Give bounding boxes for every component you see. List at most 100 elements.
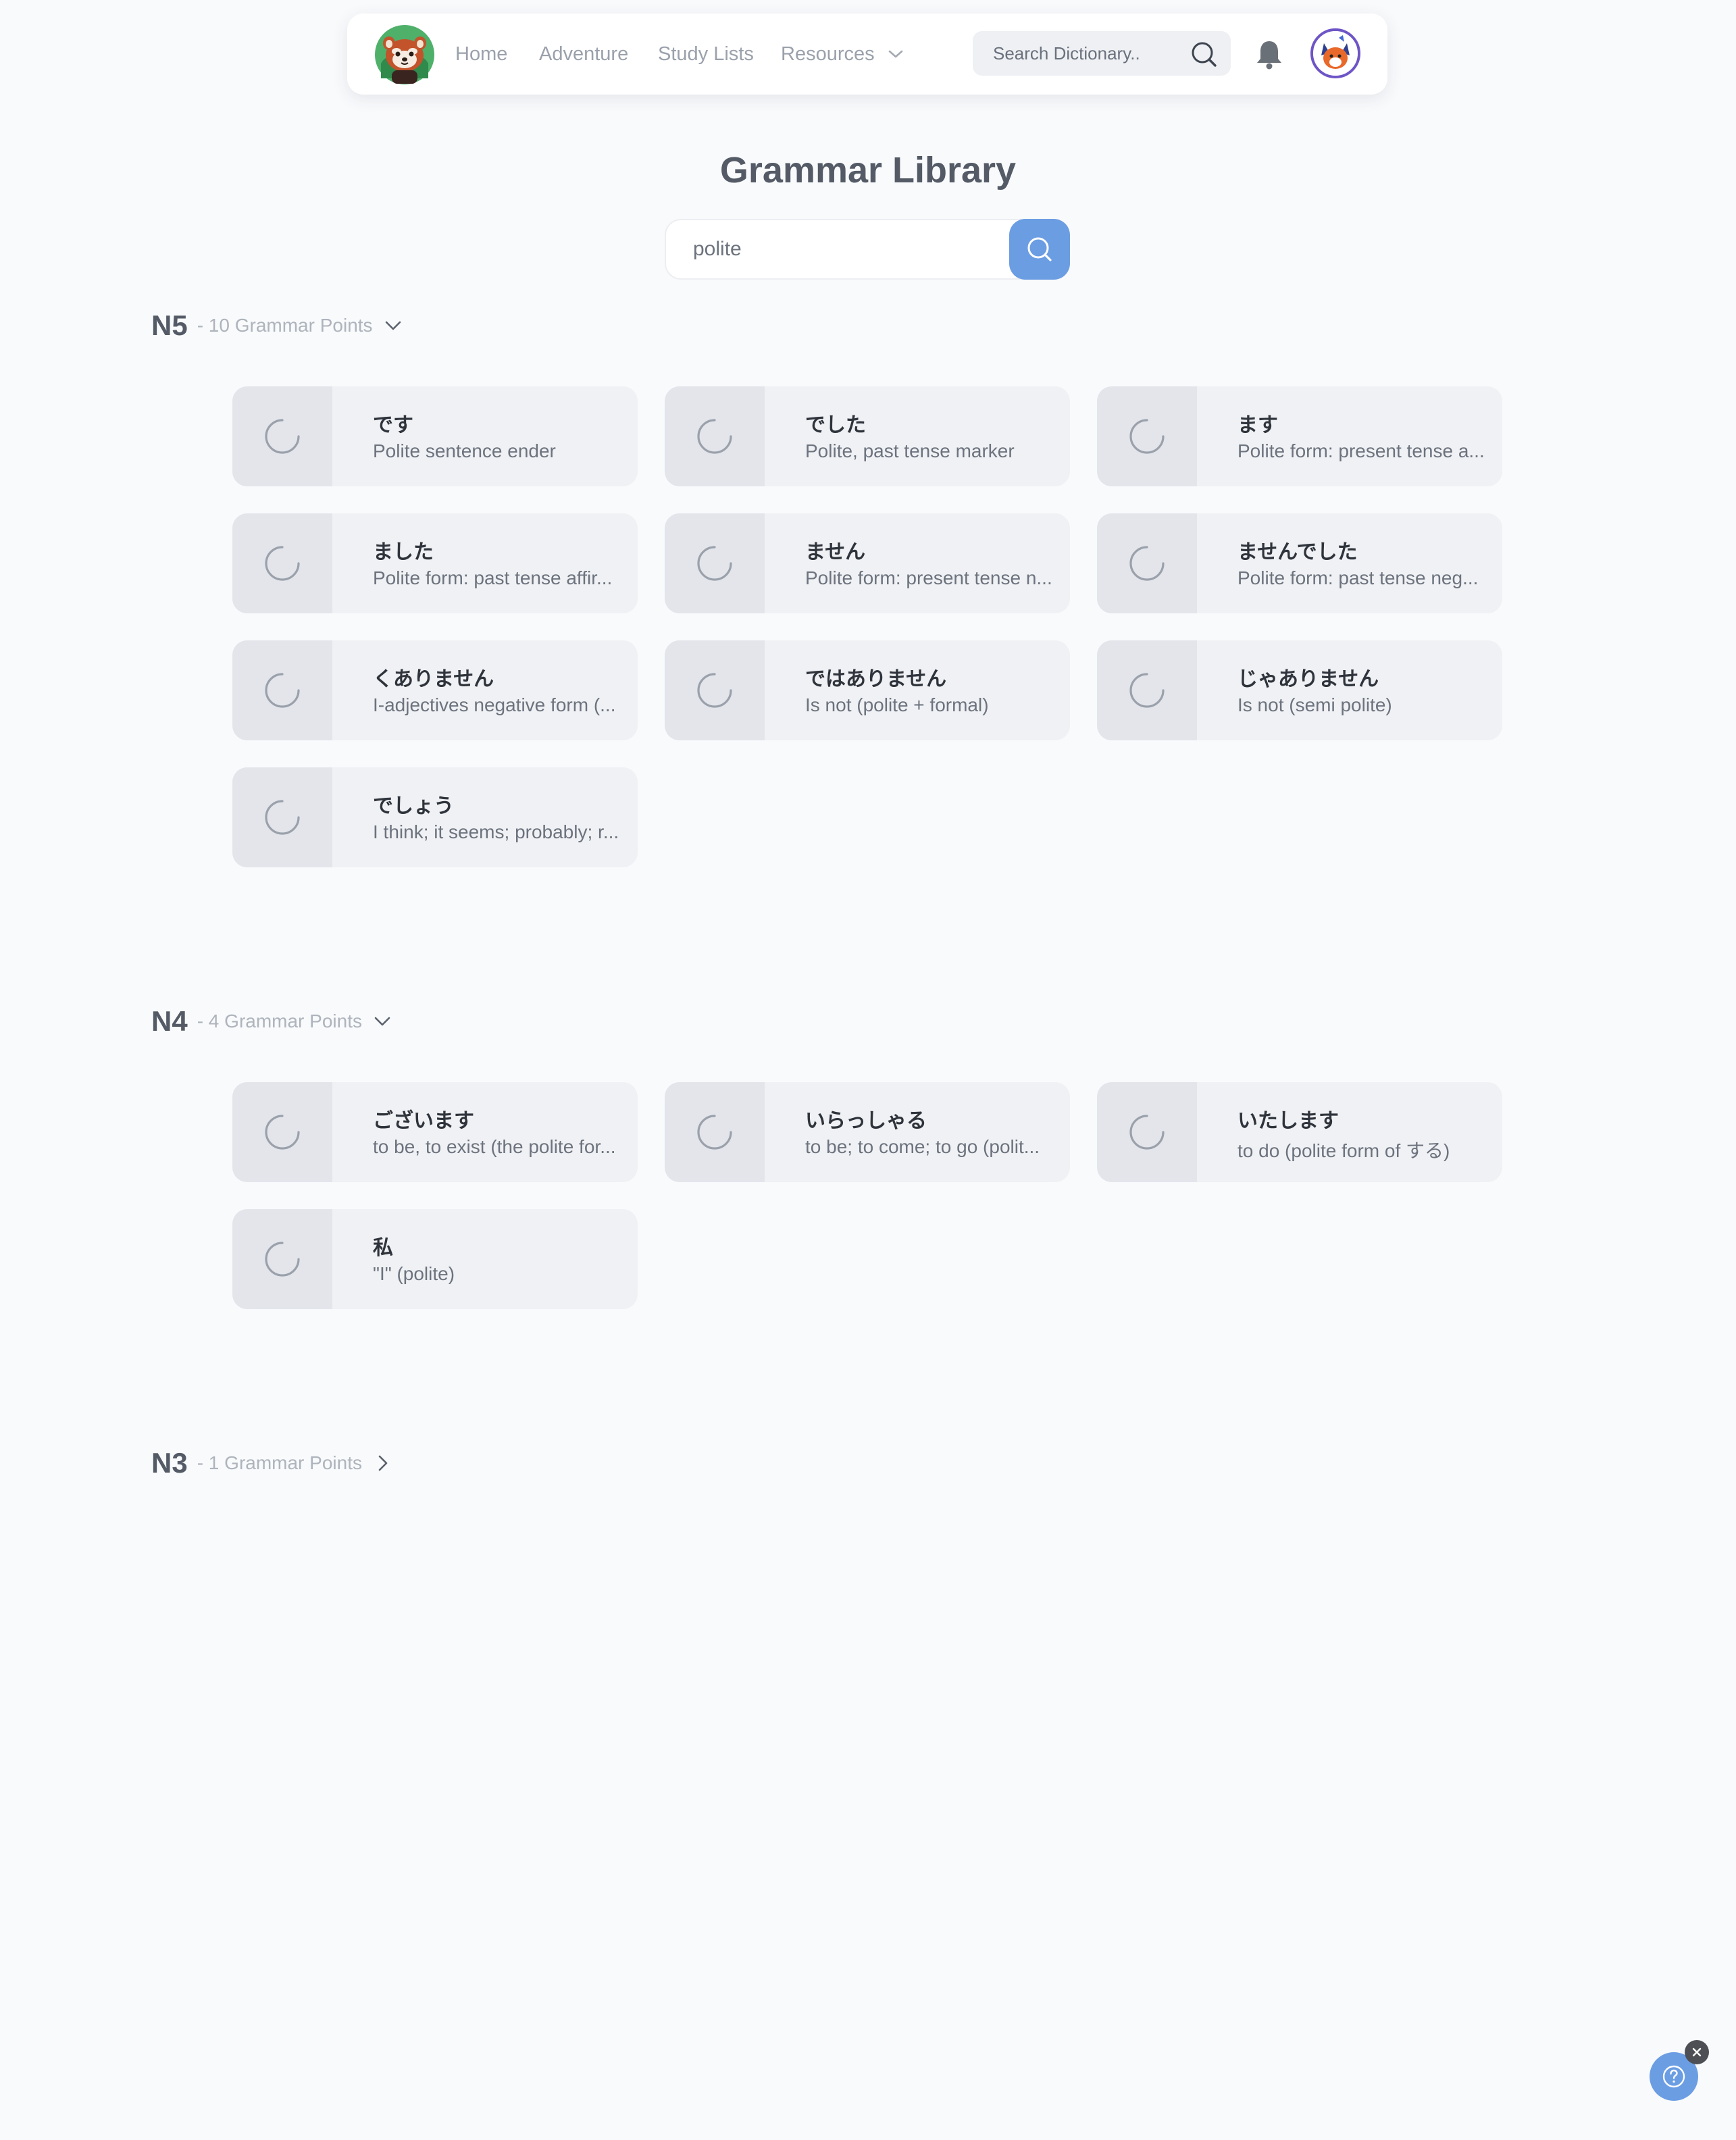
level-name: N5 bbox=[151, 309, 188, 341]
card-thumbnail bbox=[232, 386, 332, 486]
nav-home-link[interactable]: Home bbox=[455, 14, 507, 95]
help-close-button[interactable] bbox=[1685, 2040, 1709, 2064]
grammar-card[interactable]: ます Polite form: present tense a... bbox=[1097, 386, 1502, 486]
grammar-card[interactable]: ございます to be, to exist (the polite for... bbox=[232, 1082, 638, 1182]
chevron-down-icon bbox=[385, 321, 401, 330]
card-description: Polite form: present tense a... bbox=[1237, 440, 1485, 461]
spinner-icon bbox=[1129, 419, 1165, 454]
level-name: N3 bbox=[151, 1447, 188, 1479]
card-title: いたします bbox=[1237, 1109, 1339, 1133]
level-header-n4[interactable]: N4 - 4 Grammar Points bbox=[151, 1001, 392, 1042]
card-thumbnail bbox=[1097, 640, 1197, 740]
spinner-icon bbox=[1129, 546, 1165, 581]
fox-avatar-icon bbox=[1313, 31, 1358, 76]
card-description: Polite form: past tense neg... bbox=[1237, 567, 1479, 588]
grammar-card[interactable]: ませんでした Polite form: past tense neg... bbox=[1097, 513, 1502, 613]
card-description: "I" (polite) bbox=[373, 1263, 455, 1284]
chevron-down-icon[interactable] bbox=[886, 46, 905, 62]
grammar-card[interactable]: ました Polite form: past tense affir... bbox=[232, 513, 638, 613]
card-thumbnail bbox=[232, 1209, 332, 1309]
spinner-icon bbox=[265, 800, 300, 835]
card-description: to be; to come; to go (polit... bbox=[805, 1136, 1040, 1157]
spinner-icon bbox=[265, 419, 300, 454]
card-title: いらっしゃる bbox=[805, 1109, 927, 1133]
close-icon bbox=[1692, 2047, 1702, 2057]
card-description: Is not (semi polite) bbox=[1237, 694, 1392, 715]
grammar-card[interactable]: 私 "I" (polite) bbox=[232, 1209, 638, 1309]
level-header-n5[interactable]: N5 - 10 Grammar Points bbox=[151, 305, 403, 346]
card-thumbnail bbox=[1097, 1082, 1197, 1182]
grammar-card[interactable]: でした Polite, past tense marker bbox=[665, 386, 1070, 486]
nav-study-lists-link[interactable]: Study Lists bbox=[658, 14, 754, 95]
dictionary-search-input[interactable] bbox=[993, 31, 1182, 76]
card-title: ませんでした bbox=[1237, 540, 1358, 564]
nav-adventure-link[interactable]: Adventure bbox=[539, 14, 628, 95]
spinner-icon bbox=[265, 1115, 300, 1150]
card-thumbnail bbox=[1097, 386, 1197, 486]
search-icon[interactable] bbox=[1189, 39, 1219, 69]
spinner-icon bbox=[697, 419, 732, 454]
card-title: でしょう bbox=[373, 794, 454, 818]
card-thumbnail bbox=[665, 640, 765, 740]
question-icon bbox=[1662, 2065, 1685, 2088]
card-thumbnail bbox=[1097, 513, 1197, 613]
grammar-search-input[interactable] bbox=[693, 220, 990, 278]
card-title: ではありません bbox=[805, 667, 947, 691]
search-icon bbox=[1027, 237, 1052, 261]
bell-icon[interactable] bbox=[1254, 38, 1285, 70]
card-description: to be, to exist (the polite for... bbox=[373, 1136, 616, 1157]
card-title: ました bbox=[373, 540, 434, 564]
spinner-icon bbox=[697, 673, 732, 708]
card-title: でした bbox=[805, 413, 866, 437]
grammar-card[interactable]: でしょう I think; it seems; probably; r... bbox=[232, 767, 638, 867]
card-title: くありません bbox=[373, 667, 494, 691]
level-count: - 1 Grammar Points bbox=[197, 1452, 362, 1473]
page-title: Grammar Library bbox=[719, 150, 1017, 190]
red-panda-logo-icon[interactable] bbox=[374, 24, 435, 85]
grammar-card[interactable]: いたします to do (polite form of する) bbox=[1097, 1082, 1502, 1182]
card-title: じゃありません bbox=[1237, 667, 1379, 691]
grammar-card[interactable]: ではありません Is not (polite + formal) bbox=[665, 640, 1070, 740]
spinner-icon bbox=[1129, 673, 1165, 708]
grammar-card[interactable]: です Polite sentence ender bbox=[232, 386, 638, 486]
dictionary-search bbox=[973, 31, 1231, 76]
level-count: - 10 Grammar Points bbox=[197, 315, 373, 336]
top-navbar: Home Adventure Study Lists Resources bbox=[347, 14, 1387, 95]
card-description: to do (polite form of する) bbox=[1237, 1140, 1450, 1161]
spinner-icon bbox=[265, 673, 300, 708]
grammar-card[interactable]: いらっしゃる to be; to come; to go (polit... bbox=[665, 1082, 1070, 1182]
card-title: です bbox=[373, 413, 413, 437]
spinner-icon bbox=[697, 1115, 732, 1150]
card-title: 私 bbox=[373, 1236, 393, 1260]
card-thumbnail bbox=[232, 640, 332, 740]
grammar-card[interactable]: じゃありません Is not (semi polite) bbox=[1097, 640, 1502, 740]
card-title: ます bbox=[1237, 413, 1278, 437]
chevron-right-icon bbox=[378, 1455, 388, 1471]
card-thumbnail bbox=[665, 513, 765, 613]
spinner-icon bbox=[265, 1242, 300, 1277]
nav-resources-link[interactable]: Resources bbox=[781, 14, 875, 95]
card-thumbnail bbox=[665, 386, 765, 486]
card-title: ございます bbox=[373, 1109, 474, 1133]
grammar-card[interactable]: ません Polite form: present tense n... bbox=[665, 513, 1070, 613]
grammar-card[interactable]: くありません I-adjectives negative form (... bbox=[232, 640, 638, 740]
avatar[interactable] bbox=[1310, 28, 1360, 78]
card-description: Is not (polite + formal) bbox=[805, 694, 989, 715]
spinner-icon bbox=[1129, 1115, 1165, 1150]
spinner-icon bbox=[697, 546, 732, 581]
level-name: N4 bbox=[151, 1005, 188, 1037]
card-description: Polite sentence ender bbox=[373, 440, 556, 461]
card-title: ません bbox=[805, 540, 866, 564]
card-description: I-adjectives negative form (... bbox=[373, 694, 616, 715]
level-count: - 4 Grammar Points bbox=[197, 1011, 362, 1031]
card-thumbnail bbox=[665, 1082, 765, 1182]
card-description: Polite form: past tense affir... bbox=[373, 567, 613, 588]
card-description: I think; it seems; probably; r... bbox=[373, 821, 619, 842]
spinner-icon bbox=[265, 546, 300, 581]
card-thumbnail bbox=[232, 767, 332, 867]
level-header-n3[interactable]: N3 - 1 Grammar Points bbox=[151, 1443, 392, 1483]
chevron-down-icon bbox=[374, 1017, 390, 1026]
card-thumbnail bbox=[232, 513, 332, 613]
grammar-search-button[interactable] bbox=[1009, 219, 1070, 280]
card-description: Polite form: present tense n... bbox=[805, 567, 1052, 588]
